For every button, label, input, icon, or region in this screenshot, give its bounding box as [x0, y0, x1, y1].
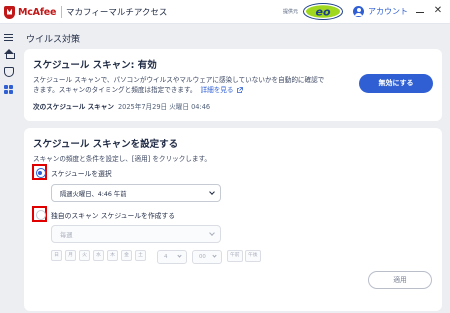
mcafee-logo: McAfee — [4, 5, 56, 19]
day-sat[interactable]: 土 — [135, 250, 146, 261]
status-description-line1: スケジュール スキャンで、パソコンがウイルスやマルウェアに感染していないかを自動… — [33, 76, 325, 84]
chevron-down-icon — [209, 189, 215, 195]
frequency-dropdown[interactable]: 毎週 — [51, 225, 221, 243]
day-sun[interactable]: 日 — [51, 250, 62, 261]
eo-provider-logo: eo — [303, 3, 343, 20]
chevron-down-icon — [212, 253, 217, 258]
status-title: スケジュール スキャン: 有効 — [33, 60, 157, 71]
close-button[interactable]: ✕ — [432, 5, 444, 17]
schedule-dropdown[interactable]: 隔週火曜日、4:46 午前 — [51, 184, 221, 202]
account-icon[interactable] — [353, 6, 364, 17]
day-mon[interactable]: 月 — [65, 250, 76, 261]
hour-value: 4 — [164, 254, 168, 260]
day-thu[interactable]: 木 — [107, 250, 118, 261]
eo-logo-text: eo — [315, 6, 330, 19]
minute-value: 00 — [199, 254, 206, 260]
title-bar: McAfee マカフィーマルチアクセス 提供元 eo アカウント ✕ — [0, 0, 450, 24]
day-fri[interactable]: 金 — [121, 250, 132, 261]
chevron-down-icon — [177, 253, 182, 258]
minimize-button[interactable] — [414, 6, 426, 18]
scheduled-scan-status-card: スケジュール スキャン: 有効 スケジュール スキャンで、パソコンがウイルスやマ… — [24, 49, 442, 121]
next-scan-label: 次のスケジュール スキャン — [33, 103, 114, 111]
details-link[interactable]: 詳細を見る — [201, 86, 234, 94]
sidebar — [0, 24, 18, 313]
chevron-down-icon — [209, 230, 215, 236]
mcafee-shield-icon — [4, 5, 15, 19]
settings-description: スキャンの頻度と条件を設定し、[適用] をクリックします。 — [33, 155, 212, 163]
select-schedule-label[interactable]: スケジュールを選択 — [51, 168, 112, 178]
status-description-text: きます。スキャンのタイミングと頻度は指定できます。 — [33, 86, 197, 94]
disable-scan-button[interactable]: 無効にする — [359, 74, 433, 93]
custom-schedule-radio[interactable] — [35, 210, 46, 220]
page-title: ウイルス対策 — [26, 35, 81, 45]
provider-label: 提供元 — [283, 9, 299, 15]
select-schedule-radio-highlight — [32, 164, 47, 180]
external-link-icon[interactable] — [236, 87, 243, 93]
grid-icon[interactable] — [4, 85, 14, 95]
am-toggle[interactable]: 午前 — [227, 250, 243, 262]
next-scan-info: 次のスケジュール スキャン 2025年7月29日 火曜日 04:46 — [33, 101, 210, 111]
scan-settings-card: スケジュール スキャンを設定する スキャンの頻度と条件を設定し、[適用] をクリ… — [24, 128, 442, 311]
select-schedule-radio[interactable] — [35, 168, 46, 178]
frequency-dropdown-value: 毎週 — [60, 232, 73, 239]
settings-title: スケジュール スキャンを設定する — [33, 139, 179, 150]
hour-select[interactable]: 4 — [157, 250, 187, 264]
pm-toggle[interactable]: 午後 — [245, 250, 261, 262]
next-scan-value: 2025年7月29日 火曜日 04:46 — [117, 103, 211, 111]
shield-icon[interactable] — [4, 67, 14, 77]
minute-select[interactable]: 00 — [192, 250, 222, 264]
app-title: マカフィーマルチアクセス — [66, 8, 168, 18]
home-icon[interactable] — [4, 49, 15, 59]
custom-schedule-label[interactable]: 独自のスキャン スケジュールを作成する — [51, 210, 175, 220]
day-tue[interactable]: 火 — [79, 250, 90, 261]
brand-name: McAfee — [18, 6, 57, 18]
custom-schedule-radio-highlight — [32, 206, 47, 222]
title-divider — [61, 6, 62, 18]
day-wed[interactable]: 水 — [93, 250, 104, 261]
menu-icon[interactable] — [4, 33, 14, 43]
apply-button[interactable]: 適用 — [368, 271, 432, 289]
status-description-line2: きます。スキャンのタイミングと頻度は指定できます。 詳細を見る — [33, 84, 243, 94]
account-link[interactable]: アカウント — [368, 6, 408, 17]
schedule-dropdown-value: 隔週火曜日、4:46 午前 — [60, 191, 127, 198]
